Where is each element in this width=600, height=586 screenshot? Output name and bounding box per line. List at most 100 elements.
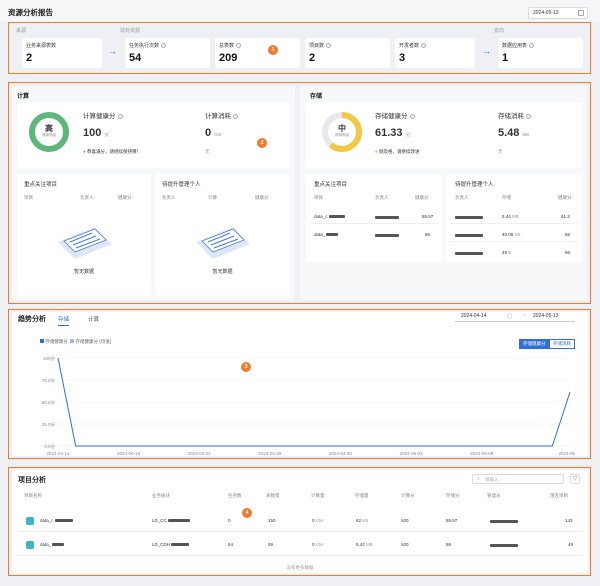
tab-compute[interactable]: 计算	[88, 315, 99, 323]
card-label-text: 项目数	[309, 43, 325, 49]
card-label: 总表数	[219, 42, 296, 49]
table-row[interactable]: data_ 86	[310, 228, 438, 242]
card-developers[interactable]: 开发者数 3	[395, 38, 475, 68]
card-task-runs[interactable]: 任务执行次数 54	[125, 38, 210, 68]
card-total-tables[interactable]: 总表数 209	[215, 38, 300, 68]
warning-icon: ●	[375, 149, 378, 154]
compute-score: 100 分	[83, 127, 109, 139]
storage-cost-label: 存储消耗	[498, 110, 531, 120]
search-input[interactable]: ⌕ 请输入	[472, 474, 564, 484]
card-projects[interactable]: 项目数 2	[305, 38, 390, 68]
redacted	[490, 520, 518, 523]
tasks: 0	[228, 518, 231, 523]
card-app-tables[interactable]: 数据应用表 1	[498, 38, 583, 68]
biz-unit-text: LD_CC	[152, 518, 167, 523]
redacted	[328, 215, 345, 219]
storage-status-text: 刚及格，请继续改进	[378, 149, 420, 154]
table-row[interactable]: 5.44 MB 61.3	[450, 210, 578, 224]
col-header: 计算分	[401, 493, 415, 498]
score: 85.97	[422, 214, 434, 219]
storage-cost-unit: MB	[522, 132, 530, 137]
col-header: 健康分	[118, 195, 132, 200]
legend-item-0: 存储健康分	[45, 339, 68, 344]
score: 61.3	[561, 214, 570, 219]
project-name: data_c	[40, 518, 73, 523]
table-row[interactable]: data_c LD_CC 0 150 0 CM 62 KB 100 85.97 …	[18, 512, 583, 532]
score: 86	[565, 232, 571, 237]
project-name: data_c	[314, 214, 345, 219]
card-label: 数据应用表	[502, 42, 579, 49]
y-tick-label: 75.0分	[42, 377, 56, 384]
col-header: 负责人	[375, 195, 389, 200]
compute-cost-label-text: 计算消耗	[205, 113, 231, 120]
compute-cost-label: 计算消耗	[205, 110, 238, 120]
group-have-label: 现有资源	[120, 28, 141, 34]
col-header: 健康分	[558, 195, 572, 200]
inc-projects: 49	[568, 542, 574, 547]
compute-upgrade-title: 待提升管理个人	[162, 182, 201, 188]
storage-health-label: 存储健康分	[375, 110, 415, 120]
page-title: 资源分析报告	[8, 8, 53, 17]
biz-unit-text: LD_CDH	[152, 542, 171, 547]
y-tick-label: 0.0分	[44, 443, 55, 450]
thumbs-up-icon: ●	[83, 149, 86, 154]
badge-2: 2	[257, 138, 267, 148]
legend-swatch	[70, 339, 75, 343]
card-label: 业务来源表数	[26, 43, 57, 49]
trend-chart: 0.0分 25.0分 50.0分 75.0分 100分 2024-04-14 2024-04…	[42, 355, 575, 456]
redacted	[490, 544, 518, 547]
table-row[interactable]: data_c 85.97	[310, 210, 438, 224]
btn-storage-health[interactable]: 存储健康分	[519, 339, 550, 349]
compute-score-value: 100	[83, 127, 102, 139]
y-tick-label: 25.0分	[42, 421, 56, 428]
storage-value-unit: B	[508, 250, 512, 255]
date-from: 2024-04-14	[461, 313, 487, 319]
compute-cost-unit: CM	[214, 132, 222, 137]
col-header: 项目	[24, 195, 33, 200]
filter-icon[interactable]: ▽	[570, 474, 580, 484]
info-icon	[161, 43, 167, 49]
card-value: 2	[309, 52, 316, 64]
project-name: data_	[314, 232, 339, 237]
compute-num: 0	[312, 542, 315, 547]
x-tick-label: 2024-04-22	[188, 451, 212, 456]
col-header: 管理员	[487, 493, 501, 498]
x-tick-label: 2024-04-30	[329, 451, 353, 456]
biz-unit: LD_CC	[152, 518, 190, 523]
compute-unit: CM	[315, 542, 323, 547]
trend-title: 趋势分析	[18, 316, 46, 323]
x-tick-label: 2024-05-08	[470, 451, 494, 456]
info-icon	[409, 113, 415, 119]
redacted	[375, 234, 399, 237]
date-picker[interactable]: 2024-05-13	[528, 7, 588, 19]
info-icon	[117, 113, 123, 119]
tab-storage[interactable]: 存储	[58, 315, 70, 326]
group-from-label: 来源	[16, 28, 27, 34]
x-tick-label: 2024-05-13	[558, 451, 575, 456]
storage-score: 86	[446, 542, 452, 547]
y-tick-label: 100分	[43, 355, 56, 362]
inc-projects: 143	[565, 518, 573, 523]
redacted	[167, 519, 190, 523]
table-row[interactable]: 49 B 86	[450, 246, 578, 260]
card-value: 209	[219, 52, 238, 64]
info-icon	[529, 43, 535, 49]
date-range-picker[interactable]: 2024-04-14 ▢ ~ 2024-05-13	[455, 312, 575, 322]
card-label-text: 开发者数	[399, 43, 420, 49]
card-source-tables[interactable]: 业务来源表数 2	[22, 38, 102, 68]
arrow-right-icon: →	[482, 46, 491, 56]
card-label-text: 总表数	[219, 43, 235, 49]
redacted	[375, 216, 399, 219]
compute-unit: CM	[315, 518, 323, 523]
card-value: 3	[399, 52, 406, 64]
table-row[interactable]: 40.08 KB 86	[450, 228, 578, 242]
redacted	[171, 543, 190, 547]
btn-storage-cost[interactable]: 存储消耗	[549, 339, 575, 349]
chart-legend: 存储健康分 存储健康分 (均值)	[40, 339, 111, 345]
storage-value: 49 B	[502, 250, 511, 255]
score: 86	[565, 250, 571, 255]
legend-swatch	[40, 339, 44, 343]
folder-icon	[26, 517, 34, 525]
storage-num: 62	[356, 518, 362, 523]
table-row[interactable]: data_ LD_CDH 54 59 0 CM 5.42 MB 100 86 4…	[18, 536, 583, 556]
